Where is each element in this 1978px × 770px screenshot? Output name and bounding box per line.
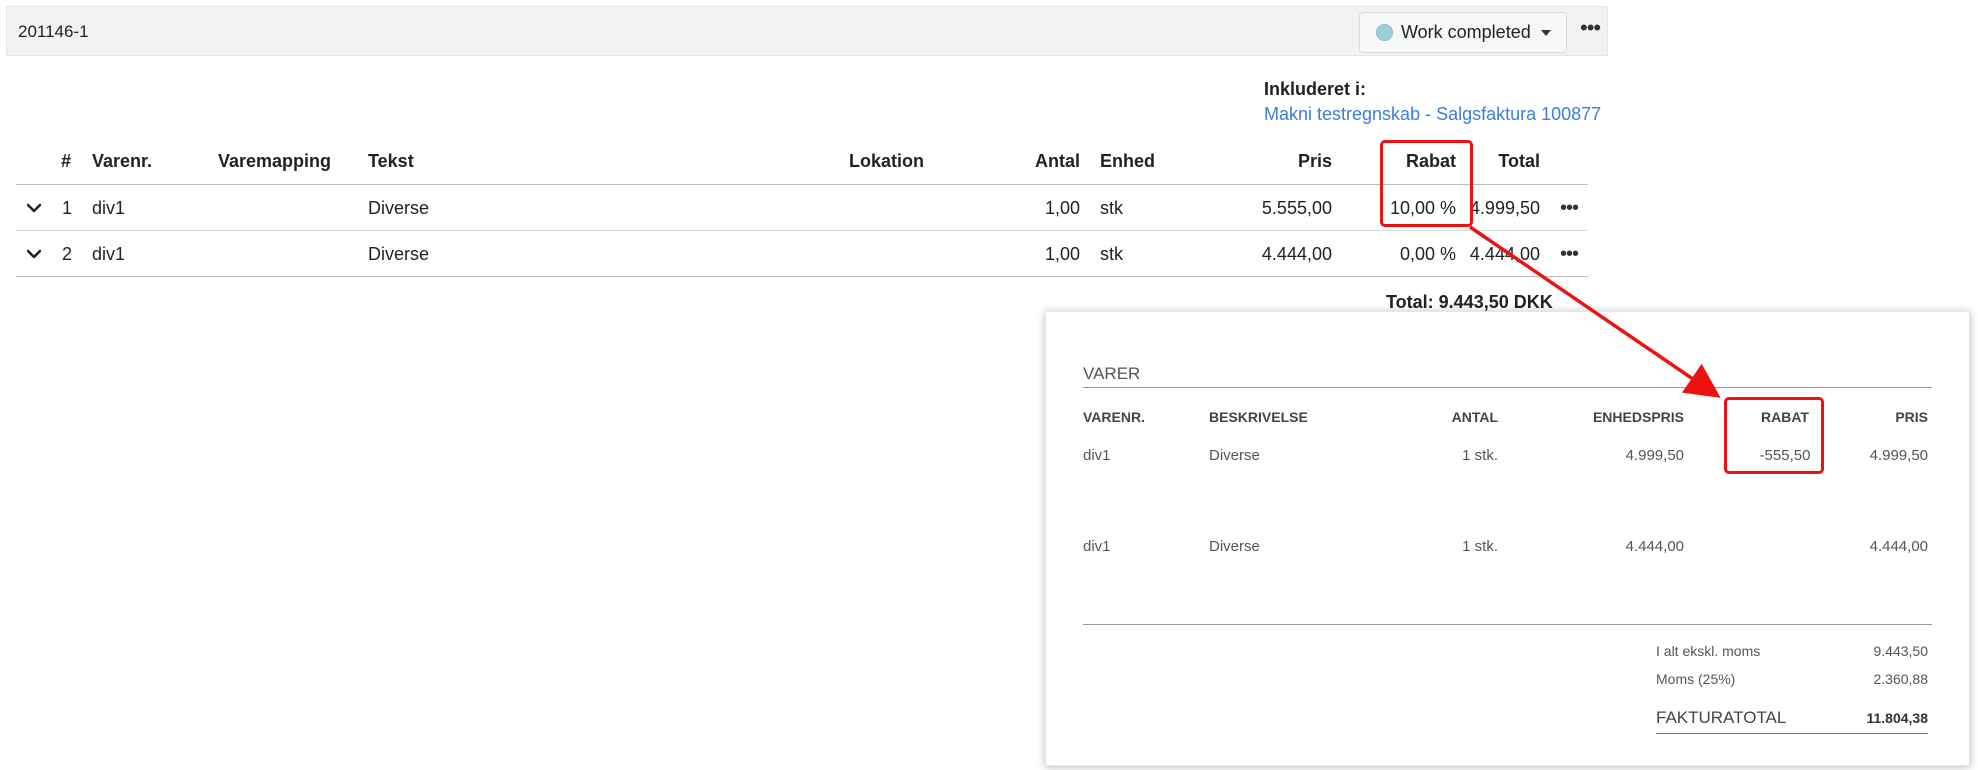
inv-row-1-antal: 1 stk. — [1462, 447, 1498, 464]
status-dot-icon — [1376, 24, 1393, 41]
expand-row-2-chevron-icon[interactable] — [27, 247, 41, 261]
inv-vat-label: Moms (25%) — [1656, 671, 1736, 687]
row-2-antal: 1,00 — [1044, 244, 1080, 264]
inv-row-2-beskrivelse: Diverse — [1209, 538, 1260, 555]
invoice-link[interactable]: Makni testregnskab - Salgsfaktura 100877 — [1264, 104, 1601, 125]
included-label: Inkluderet i: — [1264, 79, 1367, 99]
col-header-enhed: Enhed — [1100, 151, 1156, 171]
row-2-pris: 4.444,00 — [1261, 244, 1332, 264]
col-header-number: # — [61, 151, 72, 171]
status-dropdown[interactable]: Work completed — [1359, 12, 1567, 53]
table-header-divider — [16, 184, 1588, 185]
invoice-items-rule — [1083, 624, 1932, 625]
panel-header: 201146-1 Work completed ••• — [6, 6, 1608, 56]
inv-excl-value: 9.443,50 — [1873, 643, 1929, 659]
row-2-tekst: Diverse — [368, 244, 430, 264]
row-1-tekst: Diverse — [368, 198, 430, 218]
col-header-pris: Pris — [1297, 151, 1332, 171]
inv-total-value: 11.804,38 — [1866, 710, 1928, 726]
inv-row-2-varenr: div1 — [1083, 538, 1111, 555]
row-2-varenr: div1 — [92, 244, 126, 264]
row-1-antal: 1,00 — [1044, 198, 1080, 218]
row-1-pris: 5.555,00 — [1261, 198, 1332, 218]
inv-row-1-pris: 4.999,50 — [1869, 447, 1928, 464]
grand-total: Total: 9.443,50 DKK — [1386, 292, 1553, 312]
col-header-varenr: Varenr. — [92, 151, 153, 171]
status-label: Work completed — [1401, 22, 1531, 42]
inv-total-label: FAKTURATOTAL — [1656, 708, 1787, 727]
inv-row-1-enhedspris: 4.999,50 — [1625, 447, 1684, 464]
caret-down-icon — [1540, 29, 1551, 36]
col-header-total: Total — [1498, 151, 1540, 171]
expand-row-1-chevron-icon[interactable] — [27, 201, 41, 215]
invoice-preview: VARER VARENR. BESKRIVELSE ANTAL ENHEDSPR… — [1045, 311, 1970, 766]
row-2-enhed: stk — [1100, 244, 1124, 264]
inv-col-varenr: VARENR. — [1083, 409, 1145, 425]
row-divider — [16, 230, 1588, 231]
inv-col-enhedspris: ENHEDSPRIS — [1592, 409, 1684, 425]
inv-row-2-antal: 1 stk. — [1462, 538, 1498, 555]
inv-row-1-beskrivelse: Diverse — [1209, 447, 1260, 464]
row-2-total: 4.444,00 — [1469, 244, 1540, 264]
col-header-lokation: Lokation — [849, 151, 924, 171]
row-1-more-icon[interactable]: ••• — [1560, 197, 1579, 220]
col-header-antal: Antal — [1035, 151, 1080, 171]
inv-vat-value: 2.360,88 — [1873, 671, 1929, 687]
inv-row-2-pris: 4.444,00 — [1869, 538, 1928, 555]
inv-col-antal: ANTAL — [1451, 409, 1498, 425]
more-options-icon[interactable]: ••• — [1580, 15, 1601, 41]
invoice-section-title: VARER — [1083, 364, 1141, 383]
invoice-title-rule — [1083, 387, 1932, 388]
col-header-tekst: Tekst — [368, 151, 414, 171]
row-2-number: 2 — [62, 244, 73, 264]
row-2-more-icon[interactable]: ••• — [1560, 243, 1579, 266]
table-bottom-divider — [16, 276, 1588, 277]
col-header-varemapping: Varemapping — [218, 151, 332, 171]
inv-total-underline — [1656, 733, 1928, 734]
row-1-varenr: div1 — [92, 198, 126, 218]
inv-row-2-enhedspris: 4.444,00 — [1625, 538, 1684, 555]
row-1-number: 1 — [62, 198, 73, 218]
inv-excl-label: I alt ekskl. moms — [1656, 643, 1761, 659]
row-1-total: 4.999,50 — [1469, 198, 1540, 218]
inv-col-pris: PRIS — [1895, 409, 1928, 425]
order-id: 201146-1 — [18, 22, 89, 41]
inv-row-1-varenr: div1 — [1083, 447, 1111, 464]
inv-col-beskrivelse: BESKRIVELSE — [1209, 409, 1308, 425]
row-1-enhed: stk — [1100, 198, 1124, 218]
